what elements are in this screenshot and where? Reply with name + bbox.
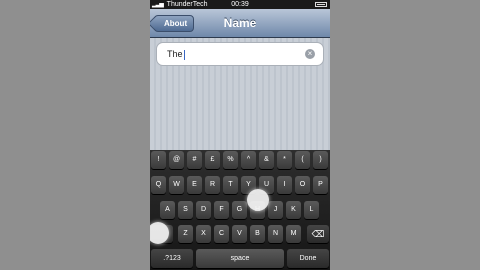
space-key[interactable]: space bbox=[196, 249, 284, 268]
done-key[interactable]: Done bbox=[287, 249, 329, 268]
key-row4-6[interactable]: M bbox=[286, 225, 301, 243]
key-row1-2[interactable]: # bbox=[187, 151, 202, 169]
key-row3-2[interactable]: D bbox=[196, 201, 211, 219]
key-row2-4[interactable]: T bbox=[223, 176, 238, 194]
content-area: The × bbox=[150, 38, 330, 150]
phone-screen: ▂▃▅ ThunderTech 00:39 Name About The × !… bbox=[150, 0, 330, 270]
key-row1-0[interactable]: ! bbox=[151, 151, 166, 169]
key-row4-4[interactable]: B bbox=[250, 225, 265, 243]
key-row2-8[interactable]: O bbox=[295, 176, 310, 194]
key-row3-4[interactable]: G bbox=[232, 201, 247, 219]
key-row2-2[interactable]: E bbox=[187, 176, 202, 194]
navigation-bar: Name About bbox=[150, 9, 330, 38]
key-row4-0[interactable]: Z bbox=[178, 225, 193, 243]
key-row3-6[interactable]: J bbox=[268, 201, 283, 219]
touch-indicator-0 bbox=[247, 189, 269, 211]
key-row2-0[interactable]: Q bbox=[151, 176, 166, 194]
status-bar: ▂▃▅ ThunderTech 00:39 bbox=[150, 0, 330, 9]
delete-icon: ⌫ bbox=[311, 229, 325, 239]
text-caret bbox=[183, 49, 185, 60]
key-row3-7[interactable]: K bbox=[286, 201, 301, 219]
key-row3-1[interactable]: S bbox=[178, 201, 193, 219]
key-row1-9[interactable]: ) bbox=[313, 151, 328, 169]
key-row2-1[interactable]: W bbox=[169, 176, 184, 194]
numbers-key[interactable]: .?123 bbox=[151, 249, 193, 268]
key-row2-7[interactable]: I bbox=[277, 176, 292, 194]
key-row3-3[interactable]: F bbox=[214, 201, 229, 219]
key-row1-3[interactable]: £ bbox=[205, 151, 220, 169]
name-field-value: The bbox=[167, 49, 183, 59]
battery-icon bbox=[315, 2, 327, 7]
key-row4-2[interactable]: C bbox=[214, 225, 229, 243]
key-row1-7[interactable]: * bbox=[277, 151, 292, 169]
key-row3-8[interactable]: L bbox=[304, 201, 319, 219]
back-button[interactable]: About bbox=[154, 15, 195, 32]
key-row1-4[interactable]: % bbox=[223, 151, 238, 169]
key-row1-1[interactable]: @ bbox=[169, 151, 184, 169]
key-row4-5[interactable]: N bbox=[268, 225, 283, 243]
delete-key[interactable]: ⌫ bbox=[307, 225, 329, 243]
name-field[interactable]: The × bbox=[156, 42, 324, 66]
clear-text-icon[interactable]: × bbox=[305, 49, 315, 59]
key-row1-6[interactable]: & bbox=[259, 151, 274, 169]
key-row1-5[interactable]: ^ bbox=[241, 151, 256, 169]
key-row2-3[interactable]: R bbox=[205, 176, 220, 194]
back-button-label: About bbox=[164, 19, 188, 28]
key-row4-1[interactable]: X bbox=[196, 225, 211, 243]
key-row2-9[interactable]: P bbox=[313, 176, 328, 194]
key-row3-0[interactable]: A bbox=[160, 201, 175, 219]
key-row1-8[interactable]: ( bbox=[295, 151, 310, 169]
clock: 00:39 bbox=[231, 1, 249, 8]
keyboard: !@#£%^&*()QWERTYUIOPASDFGHJKLZXCVBNM⌫.?1… bbox=[150, 150, 330, 270]
key-row4-3[interactable]: V bbox=[232, 225, 247, 243]
